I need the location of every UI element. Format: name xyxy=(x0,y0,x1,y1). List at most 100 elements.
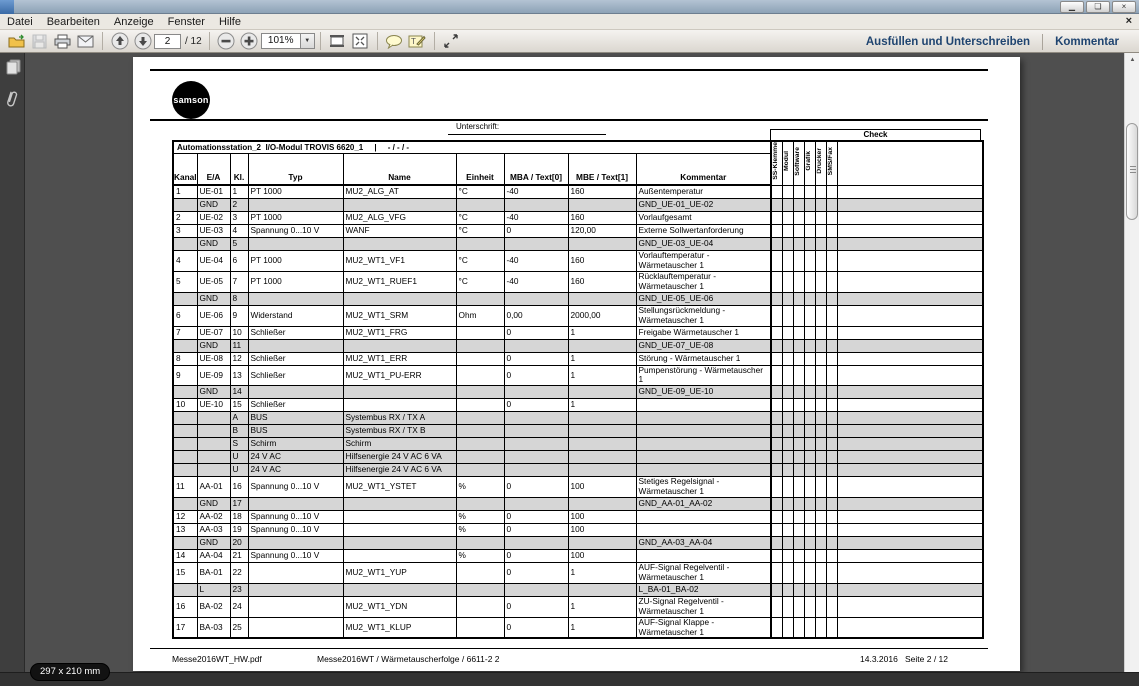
check-cell xyxy=(793,411,804,424)
check-cell xyxy=(804,271,815,292)
close-document-icon[interactable]: × xyxy=(1126,14,1132,30)
menu-anzeige[interactable]: Anzeige xyxy=(107,14,161,30)
check-cell xyxy=(826,385,837,398)
scroll-mode-icon xyxy=(329,33,345,49)
check-cell xyxy=(804,497,815,510)
check-cell xyxy=(804,385,815,398)
table-cell: MU2_WT1_KLUP xyxy=(343,617,456,638)
save-button[interactable] xyxy=(28,31,51,51)
check-cell xyxy=(826,352,837,365)
scroll-up-icon[interactable]: ▲ xyxy=(1125,53,1139,67)
table-cell: 11 xyxy=(173,476,197,497)
check-cell xyxy=(815,250,826,271)
table-cell: 0 xyxy=(504,562,568,583)
check-cell xyxy=(793,305,804,326)
menu-hilfe[interactable]: Hilfe xyxy=(212,14,248,30)
scrollbar-thumb[interactable] xyxy=(1126,123,1138,220)
table-cell: Widerstand xyxy=(248,305,343,326)
extra-cell xyxy=(837,437,983,450)
extra-cell xyxy=(837,198,983,211)
check-cell xyxy=(771,385,782,398)
restore-button[interactable]: ❏ xyxy=(1086,1,1110,13)
table-cell: 9 xyxy=(173,365,197,385)
zoom-in-button[interactable] xyxy=(238,31,261,51)
fullscreen-button[interactable] xyxy=(440,31,463,51)
table-cell xyxy=(343,510,456,523)
comment-panel-button[interactable]: Kommentar xyxy=(1043,36,1131,48)
next-page-button[interactable] xyxy=(131,31,154,51)
table-cell xyxy=(568,463,636,476)
comment-button[interactable] xyxy=(383,31,406,51)
check-cell xyxy=(793,617,804,638)
table-cell: GND xyxy=(197,292,230,305)
previous-page-button[interactable] xyxy=(108,31,131,51)
check-cell xyxy=(793,497,804,510)
check-cell xyxy=(771,339,782,352)
table-cell: 8 xyxy=(230,292,248,305)
check-cell xyxy=(793,536,804,549)
table-cell xyxy=(456,326,504,339)
extra-cell xyxy=(837,476,983,497)
check-cell xyxy=(793,476,804,497)
table-cell: 22 xyxy=(230,562,248,583)
check-cell xyxy=(804,510,815,523)
check-cell xyxy=(826,510,837,523)
menu-fenster[interactable]: Fenster xyxy=(161,14,212,30)
close-button[interactable]: × xyxy=(1112,1,1136,13)
page-number-input[interactable] xyxy=(154,34,181,49)
check-cell xyxy=(771,617,782,638)
check-cell xyxy=(793,224,804,237)
scroll-mode-button[interactable] xyxy=(326,31,349,51)
zoom-out-button[interactable] xyxy=(215,31,238,51)
email-button[interactable] xyxy=(74,31,97,51)
vertical-scrollbar[interactable]: ▲ xyxy=(1124,53,1139,686)
attachments-button[interactable] xyxy=(4,89,22,107)
check-cell xyxy=(804,523,815,536)
table-cell: 24 V AC xyxy=(248,463,343,476)
check-cell xyxy=(804,450,815,463)
page-thumbnails-button[interactable] xyxy=(4,58,22,76)
table-cell xyxy=(456,596,504,617)
table-cell: Spannung 0...10 V xyxy=(248,549,343,562)
menu-bar: Datei Bearbeiten Anzeige Fenster Hilfe xyxy=(0,14,1139,30)
check-cell xyxy=(826,237,837,250)
table-cell: Stetiges Regelsignal - Wärmetauscher 1 xyxy=(636,476,771,497)
fill-sign-button[interactable]: Ausfüllen und Unterschreiben xyxy=(854,36,1042,48)
minimize-button[interactable]: ▁ xyxy=(1060,1,1084,13)
check-cell xyxy=(793,292,804,305)
zoom-dropdown-icon[interactable]: ▼ xyxy=(300,33,315,49)
table-cell: 1 xyxy=(568,596,636,617)
table-cell xyxy=(456,437,504,450)
check-cell xyxy=(804,549,815,562)
menu-datei[interactable]: Datei xyxy=(0,14,40,30)
table-cell: % xyxy=(456,549,504,562)
check-cell xyxy=(815,292,826,305)
table-row: 4UE-046PT 1000MU2_WT1_VF1°C-40160Vorlauf… xyxy=(173,250,983,271)
sign-button[interactable]: T xyxy=(406,31,429,51)
check-cell xyxy=(782,185,793,198)
table-cell: AUF-Signal Klappe - Wärmetauscher 1 xyxy=(636,617,771,638)
table-cell: 9 xyxy=(230,305,248,326)
table-cell: BUS xyxy=(248,411,343,424)
table-cell: AA-02 xyxy=(197,510,230,523)
check-cell xyxy=(826,562,837,583)
check-cell xyxy=(826,224,837,237)
check-cell xyxy=(826,476,837,497)
menu-bearbeiten[interactable]: Bearbeiten xyxy=(40,14,107,30)
table-cell xyxy=(173,450,197,463)
check-cell xyxy=(771,398,782,411)
zoom-level-select[interactable]: 101% xyxy=(261,33,301,49)
open-button[interactable] xyxy=(5,31,28,51)
check-cell xyxy=(793,237,804,250)
table-cell xyxy=(568,536,636,549)
check-cell xyxy=(771,463,782,476)
table-cell xyxy=(504,411,568,424)
app-icon[interactable] xyxy=(0,0,14,14)
fit-page-button[interactable] xyxy=(349,31,372,51)
table-cell xyxy=(197,424,230,437)
table-cell: % xyxy=(456,476,504,497)
table-cell xyxy=(568,583,636,596)
print-button[interactable] xyxy=(51,31,74,51)
extra-cell xyxy=(837,185,983,198)
table-cell xyxy=(636,510,771,523)
